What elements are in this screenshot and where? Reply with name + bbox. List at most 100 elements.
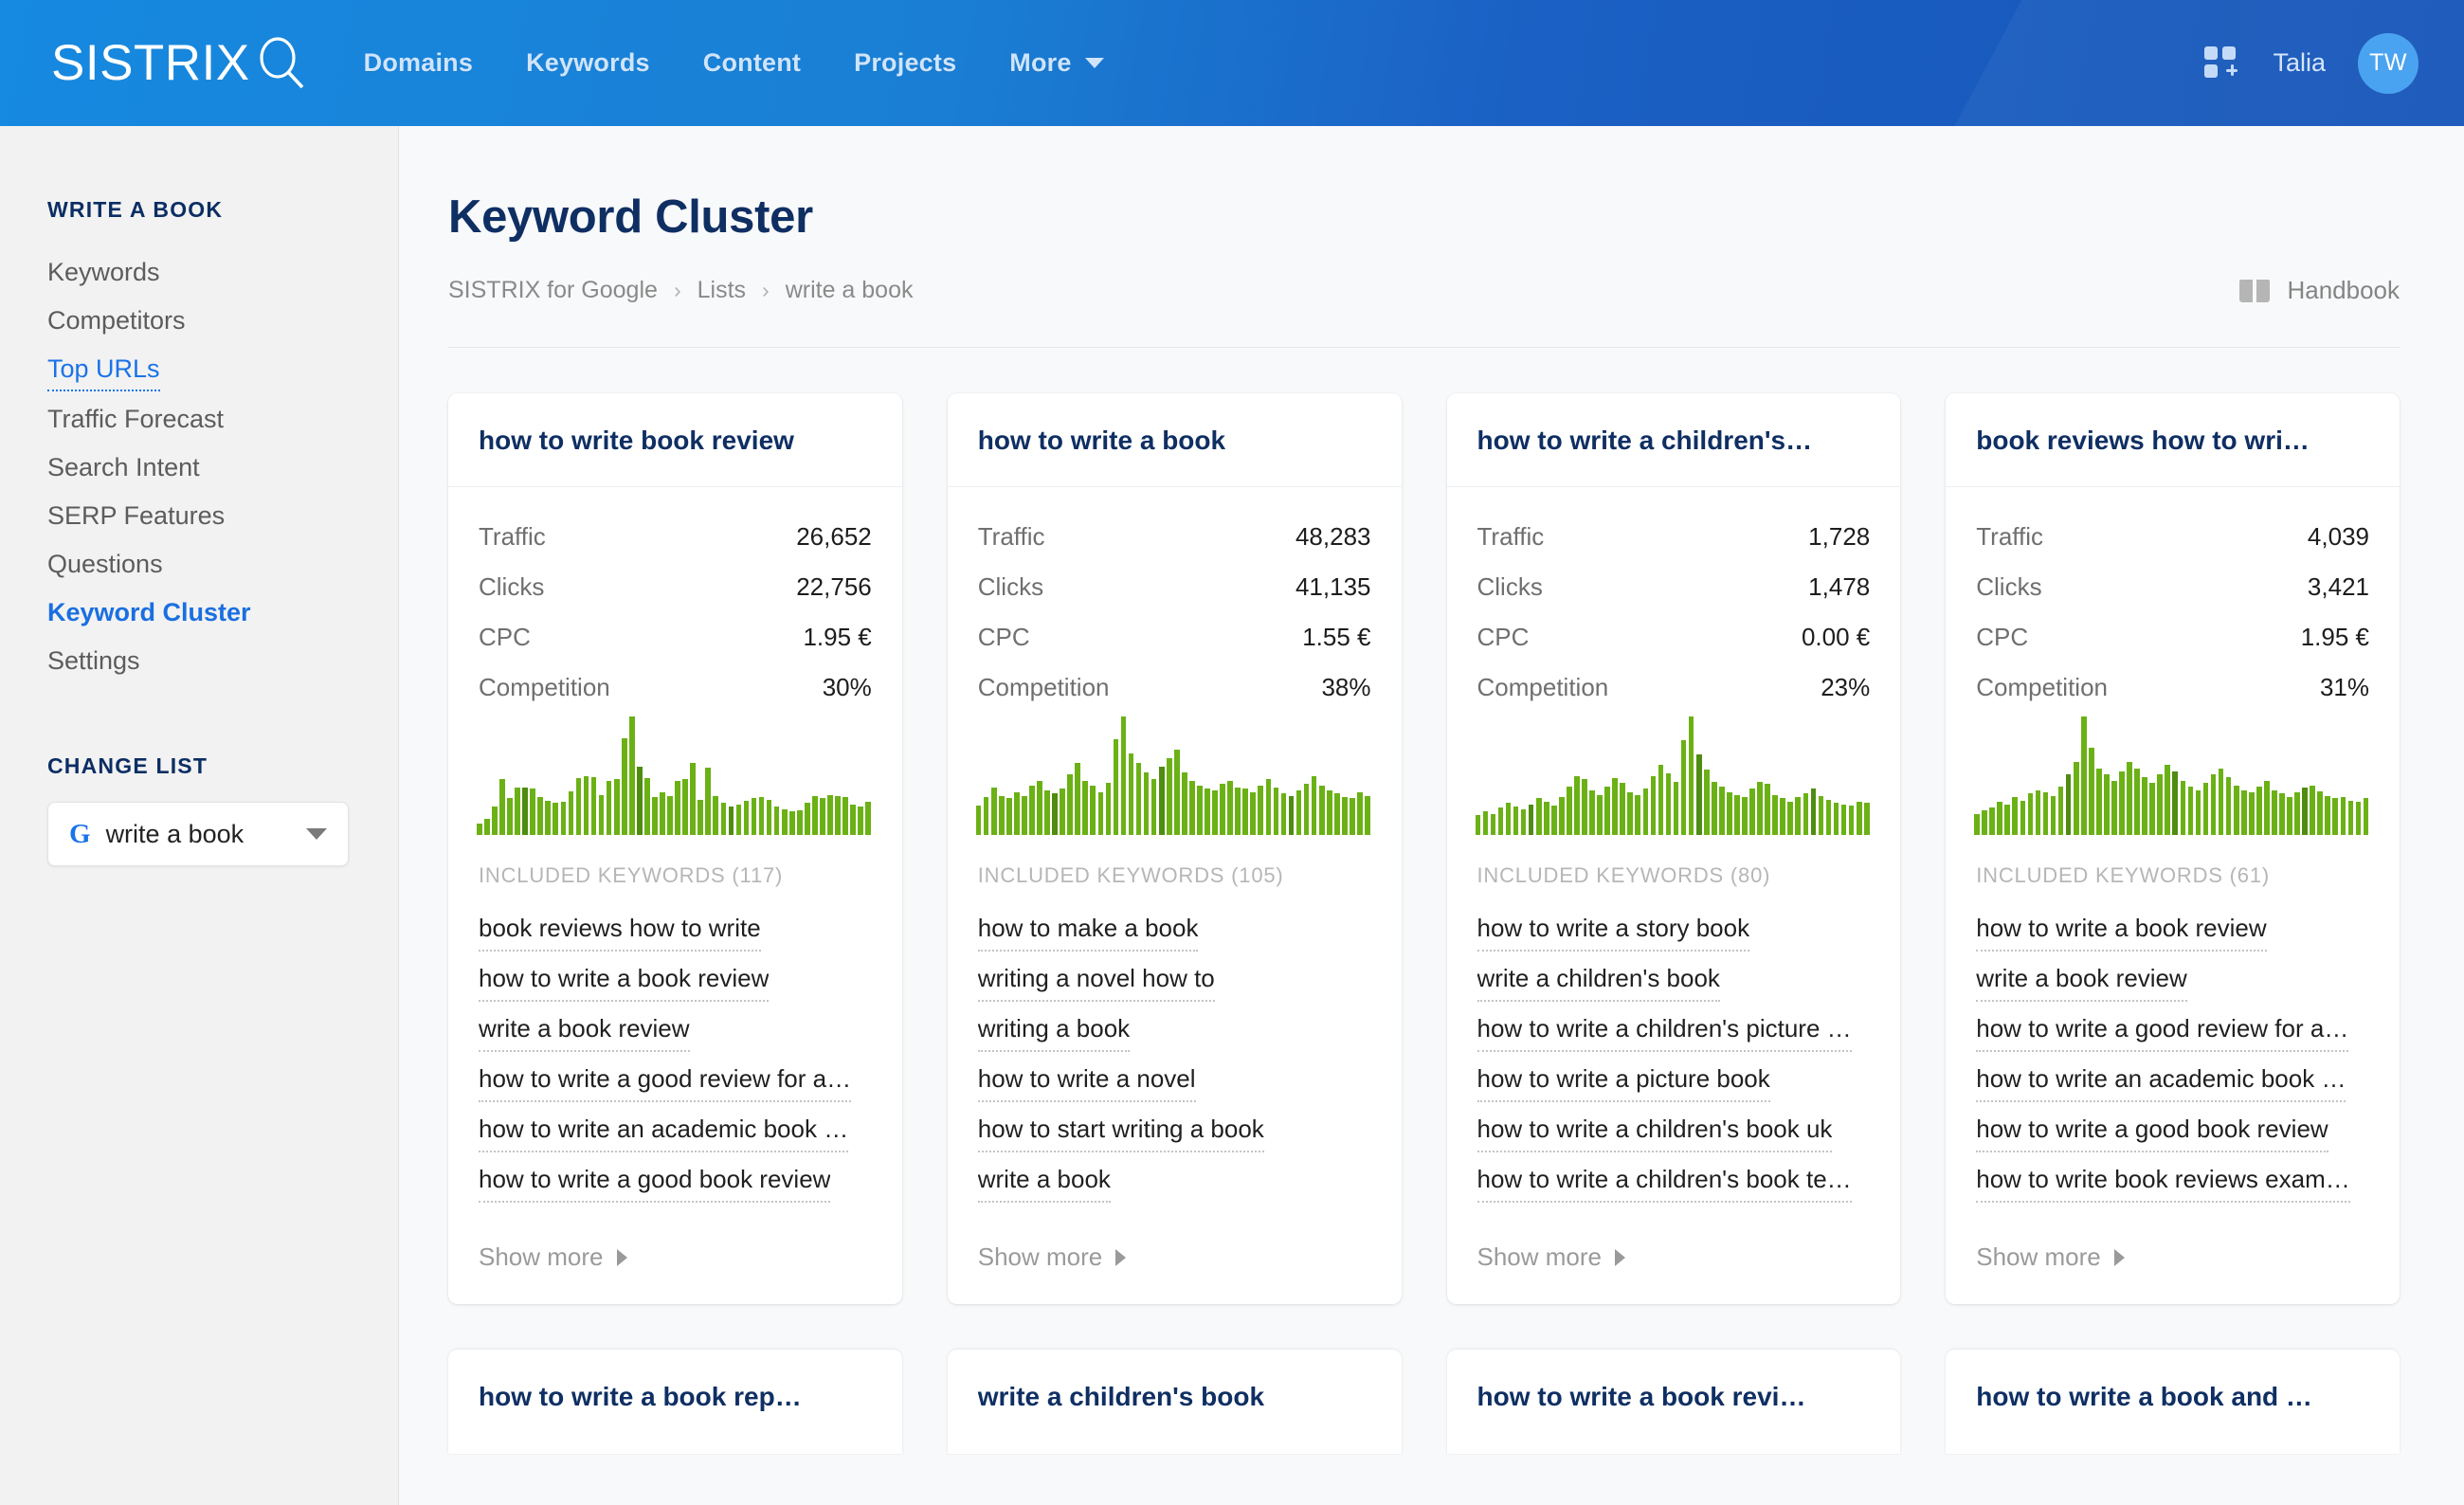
sparkline-bar: [1280, 793, 1287, 835]
keyword-list-item[interactable]: how to write a book review: [479, 959, 770, 1002]
sidebar-item-questions[interactable]: Questions: [47, 540, 163, 589]
nav-item-more[interactable]: More: [1009, 48, 1104, 78]
magnifier-icon: [260, 36, 303, 88]
breadcrumb-item-sistrix-for-google[interactable]: SISTRIX for Google: [448, 277, 658, 304]
card-stats: Traffic 4,039 Clicks 3,421 CPC 1.95 € Competit…: [1946, 487, 2400, 716]
show-more-button[interactable]: Show more: [1477, 1242, 1871, 1272]
keyword-list-item[interactable]: how to write a good review for a…: [479, 1060, 852, 1102]
apps-grid-add-icon[interactable]: [2204, 45, 2240, 81]
sparkline-bar: [1695, 754, 1702, 835]
card-title[interactable]: how to write a book and …: [1976, 1382, 2369, 1412]
sparkline-bar: [2119, 771, 2125, 835]
keyword-list-item[interactable]: how to write a good book review: [479, 1160, 831, 1203]
sparkline-bar: [1135, 762, 1142, 835]
nav-item-domains[interactable]: Domains: [364, 48, 473, 78]
sparkline-bar: [1265, 779, 1272, 835]
keyword-list-item[interactable]: how to write book reviews exam…: [1976, 1160, 2350, 1203]
sparkline-bar: [1650, 775, 1657, 835]
sidebar-item-search-intent[interactable]: Search Intent: [47, 444, 200, 492]
sparkline-bar: [1311, 775, 1317, 835]
card-title[interactable]: how to write a book revi…: [1477, 1382, 1871, 1412]
keyword-list-item[interactable]: how to start writing a book: [977, 1110, 1264, 1152]
sparkline-bar: [1060, 789, 1065, 835]
sidebar-item-settings[interactable]: Settings: [47, 637, 140, 685]
handbook-link[interactable]: Handbook: [2239, 276, 2400, 305]
primary-nav: Domains Keywords Content Projects More: [364, 48, 1104, 78]
sidebar-item-traffic-forecast[interactable]: Traffic Forecast: [47, 395, 224, 444]
sparkline-bar: [2202, 783, 2209, 835]
breadcrumb-item-write-a-book[interactable]: write a book: [786, 277, 914, 304]
keyword-list-item[interactable]: write a book review: [1976, 959, 2187, 1002]
sparkline-bar: [1022, 795, 1027, 835]
user-name-label[interactable]: Talia: [2273, 48, 2326, 78]
list-select-dropdown[interactable]: G write a book: [47, 802, 349, 866]
show-more-button[interactable]: Show more: [1976, 1242, 2369, 1272]
avatar[interactable]: TW: [2358, 32, 2419, 94]
sparkline-bar: [2294, 792, 2300, 835]
main-content: Keyword Cluster SISTRIX for Google › Lis…: [399, 126, 2464, 1505]
keyword-list-item[interactable]: how to write a novel: [977, 1060, 1196, 1102]
nav-item-keywords[interactable]: Keywords: [526, 48, 650, 78]
sistrix-logo[interactable]: SISTRIX: [51, 34, 311, 93]
keyword-list-item[interactable]: how to write an academic book …: [1976, 1060, 2346, 1102]
sidebar-item-serp-features[interactable]: SERP Features: [47, 492, 225, 540]
card-title[interactable]: how to write a book rep…: [479, 1382, 872, 1412]
card-title[interactable]: how to write a children's…: [1477, 426, 1871, 456]
keyword-list-item[interactable]: write a book: [977, 1160, 1111, 1203]
keyword-list-item[interactable]: write a book review: [479, 1009, 690, 1052]
keyword-list-item[interactable]: how to write a children's book te…: [1477, 1160, 1852, 1203]
keyword-list-item[interactable]: how to write a children's picture …: [1477, 1009, 1852, 1052]
keyword-list-item[interactable]: how to write an academic book …: [479, 1110, 849, 1152]
sparkline-bar: [1719, 786, 1725, 835]
sparkline-bar: [827, 794, 833, 835]
keyword-list-item[interactable]: write a children's book: [1477, 959, 1720, 1002]
sparkline-bar: [1250, 792, 1257, 835]
chevron-down-icon: [306, 828, 327, 840]
sparkline-bar: [1612, 778, 1618, 835]
keyword-list-item[interactable]: writing a novel how to: [977, 959, 1215, 1002]
nav-right-group: Talia TW: [2204, 32, 2419, 94]
stat-row-traffic: Traffic 1,728: [1477, 512, 1871, 562]
sparkline-bar: [1528, 804, 1534, 835]
breadcrumb-item-lists[interactable]: Lists: [698, 277, 746, 304]
keyword-list-item[interactable]: how to write a children's book uk: [1477, 1110, 1833, 1152]
sparkline-bar: [1734, 794, 1740, 835]
sparkline-bar: [499, 779, 505, 835]
card-title[interactable]: how to write a book: [978, 426, 1371, 456]
keyword-list-item[interactable]: writing a book: [977, 1009, 1131, 1052]
sparkline-bar: [835, 795, 841, 835]
sparkline-bar: [1295, 789, 1302, 835]
card-title[interactable]: book reviews how to wri…: [1976, 426, 2369, 456]
sparkline-bar: [2073, 761, 2079, 835]
sparkline-bar: [720, 803, 727, 835]
keyword-list-item[interactable]: how to write a good book review: [1976, 1110, 2328, 1152]
nav-item-content[interactable]: Content: [703, 48, 801, 78]
sparkline-bar: [1242, 789, 1249, 835]
sidebar-item-keywords[interactable]: Keywords: [47, 248, 160, 297]
card-title[interactable]: write a children's book: [978, 1382, 1371, 1412]
show-more-button[interactable]: Show more: [479, 1242, 872, 1272]
show-more-label: Show more: [479, 1242, 604, 1271]
sparkline-bar: [2302, 788, 2308, 835]
keyword-list-item[interactable]: how to write a picture book: [1477, 1060, 1770, 1102]
keyword-list-item[interactable]: how to make a book: [977, 909, 1199, 952]
sparkline-bar: [1128, 752, 1134, 835]
sparkline-bar: [2165, 765, 2171, 835]
sparkline-bar: [2004, 804, 2011, 835]
keyword-list-item[interactable]: book reviews how to write: [479, 909, 761, 952]
keyword-list-item[interactable]: how to write a story book: [1477, 909, 1750, 952]
sidebar-item-competitors[interactable]: Competitors: [47, 297, 186, 345]
triangle-right-icon: [2113, 1248, 2125, 1266]
keyword-list-item[interactable]: how to write a good review for a…: [1976, 1009, 2349, 1052]
sparkline-bar: [773, 807, 780, 835]
sidebar-item-keyword-cluster[interactable]: Keyword Cluster: [47, 589, 251, 637]
card-title[interactable]: how to write book review: [479, 426, 872, 456]
triangle-right-icon: [616, 1248, 627, 1266]
sidebar-item-top-urls[interactable]: Top URLs: [47, 345, 160, 391]
sparkline-bar: [2240, 789, 2247, 835]
keyword-list-item[interactable]: how to write a book review: [1976, 909, 2267, 952]
nav-item-projects[interactable]: Projects: [854, 48, 956, 78]
breadcrumb-row: SISTRIX for Google › Lists › write a boo…: [448, 276, 2400, 305]
stat-value-traffic: 48,283: [1295, 522, 1371, 551]
show-more-button[interactable]: Show more: [978, 1242, 1371, 1272]
